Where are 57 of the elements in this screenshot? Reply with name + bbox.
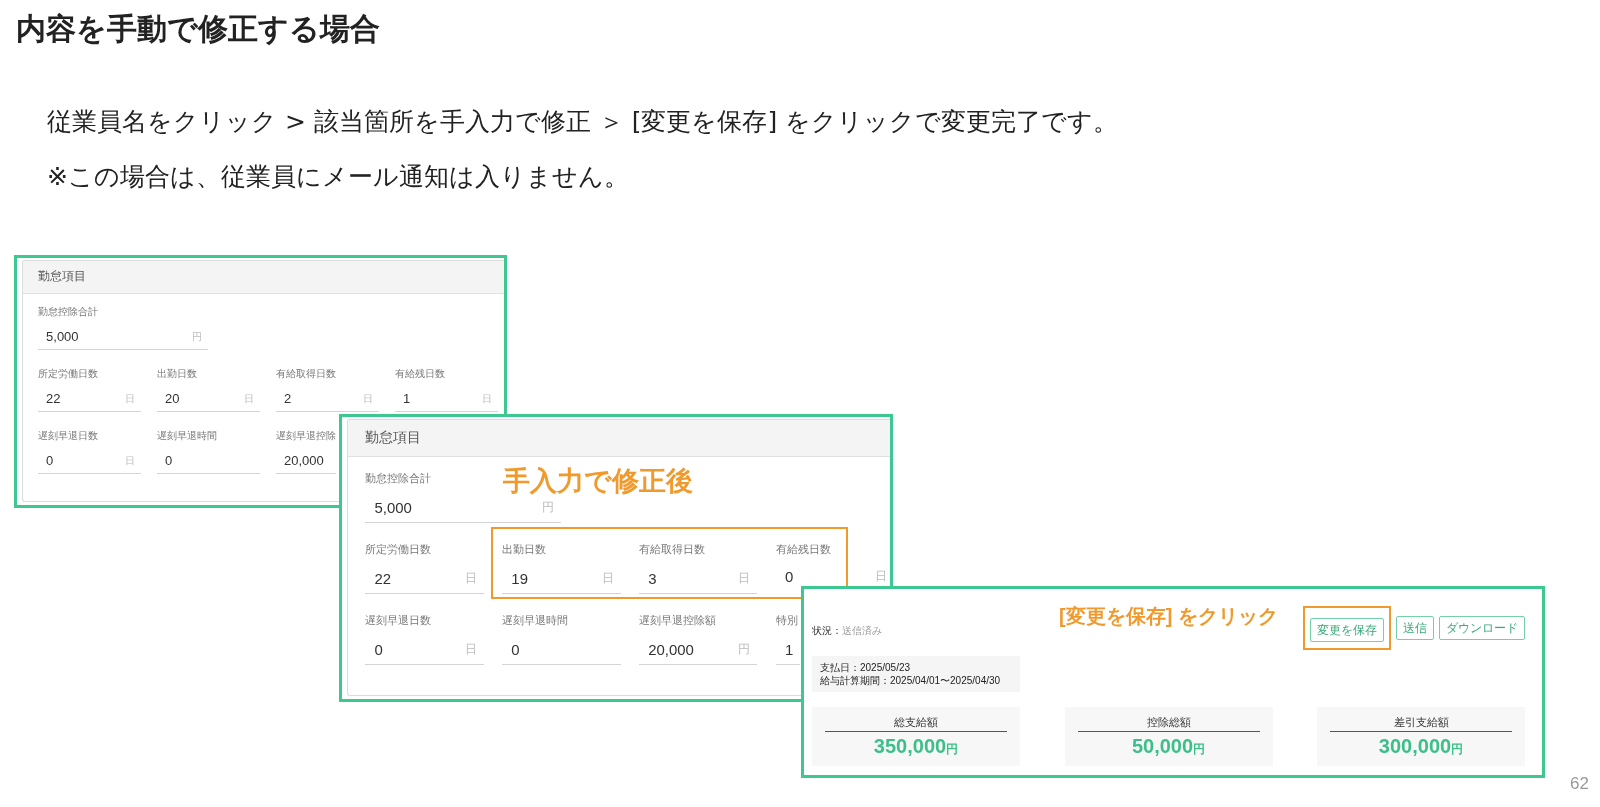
section-title: 勤怠項目 [365,429,422,448]
field-label: 有給残日数 [775,542,831,556]
unit-label: 日 [601,571,614,586]
field-label: 有給取得日数 [638,542,705,556]
field-label: 有給取得日数 [276,367,336,380]
field-label: 所定労働日数 [365,542,432,556]
amount-value: 350,000 [873,735,947,757]
field-label: 所定労働日数 [38,367,98,380]
input-field[interactable]: 5,000 円 [38,324,208,351]
status-value: 送信済み [842,625,882,637]
unit-label: 円 [192,329,203,344]
field-label: 遅刻早退控除額 [638,614,716,628]
input-field[interactable]: 0 [502,635,621,666]
field-label: 遅刻早退時間 [502,614,569,628]
field-label: 勤怠控除合計 [365,471,432,485]
section-title: 勤怠項目 [38,268,86,286]
instruction-text: 従業員名をクリック > 該当箇所を手入力で修正 ＞ [変更を保存] をクリックで変更完了です。 [47,106,1119,138]
callout-text: [変更を保存] をクリック [1059,604,1278,628]
currency-unit: 円 [1451,742,1464,756]
field-label: 遅刻早退日数 [365,614,432,628]
field-label: 遅刻早退時間 [157,429,217,442]
instruction-text: ※この場合は、従業員にメール通知は入りません。 [47,161,629,193]
unit-label: 日 [875,571,888,583]
unit-label: 日 [464,571,477,586]
currency-unit: 円 [1193,742,1206,756]
input-field[interactable]: 1 [775,635,800,666]
input-field[interactable]: 0 日 [775,568,890,586]
unit-label: 円 [738,642,751,658]
field-label: 有給残日数 [395,367,445,380]
callout-text: 手入力で修正後 [503,467,693,495]
field-label: 遅刻早退日数 [38,429,98,442]
status-label: 状況： [812,625,842,637]
field-label: 勤怠控除合計 [38,306,98,318]
field-label: 出勤日数 [157,367,197,380]
input-field[interactable]: 22 日 [365,564,484,594]
input-field[interactable]: 20,000 円 [638,635,758,666]
summary-label: 差引支給額 [1330,715,1512,732]
input-field[interactable]: 19 日 [502,564,621,594]
page-number: 62 [1570,774,1589,794]
input-field[interactable]: 20,000 [276,448,336,475]
field-label: 特別 [775,614,798,628]
input-field[interactable]: 3 日 [638,564,758,594]
unit-label: 日 [738,571,751,586]
currency-unit: 円 [946,742,959,756]
summary-label: 総支給額 [825,715,1007,732]
field-label: 出勤日数 [502,542,547,556]
field-label: 遅刻早退控除 [276,429,336,442]
amount-value: 50,000 [1131,735,1194,757]
summary-label: 控除総額 [1077,715,1260,732]
unit-label: 円 [541,499,554,515]
info-line: 給与計算期間：2025/04/01〜2025/04/30 [820,674,1001,687]
input-field[interactable]: 0 日 [365,635,484,666]
amount-value: 300,000 [1378,735,1452,757]
slide-title: 内容を手動で修正する場合 [16,13,380,45]
unit-label: 日 [464,642,477,658]
info-line: 支払日：2025/05/23 [820,661,911,674]
input-field[interactable]: 0 [157,448,260,475]
